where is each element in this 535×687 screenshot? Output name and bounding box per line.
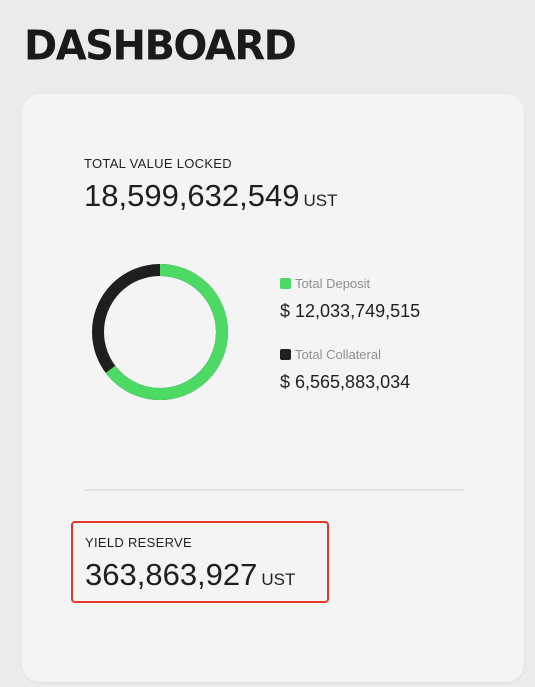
tvl-unit: UST (303, 191, 338, 210)
legend-total-collateral: Total Collateral $ 6,565,883,034 (280, 347, 410, 393)
yield-reserve-label: YIELD RESERVE (85, 535, 192, 550)
tvl-value: 18,599,632,549 UST (84, 178, 338, 214)
legend-deposit-label: Total Deposit (295, 276, 371, 291)
legend-total-deposit: Total Deposit $ 12,033,749,515 (280, 276, 420, 322)
legend-deposit-value: $ 12,033,749,515 (280, 301, 421, 321)
section-divider (84, 489, 464, 491)
yield-reserve-highlight: YIELD RESERVE 363,863,927 UST (71, 521, 329, 603)
tvl-label: TOTAL VALUE LOCKED (84, 156, 232, 171)
collateral-swatch (280, 349, 291, 360)
yield-reserve-amount: 363,863,927 (85, 557, 258, 592)
yield-reserve-unit: UST (261, 570, 296, 589)
tvl-amount: 18,599,632,549 (84, 178, 300, 213)
dashboard-card: TOTAL VALUE LOCKED 18,599,632,549 UST Tot… (22, 94, 524, 682)
deposit-swatch (280, 278, 291, 289)
tvl-donut-chart (92, 264, 228, 400)
page-title: DASHBOARD (24, 22, 297, 70)
legend-deposit-key: Total Deposit (280, 276, 420, 291)
legend-collateral-label: Total Collateral (295, 347, 381, 362)
legend-collateral-value: $ 6,565,883,034 (280, 372, 411, 392)
yield-reserve-value: 363,863,927 UST (85, 557, 295, 593)
legend-collateral-key: Total Collateral (280, 347, 410, 362)
